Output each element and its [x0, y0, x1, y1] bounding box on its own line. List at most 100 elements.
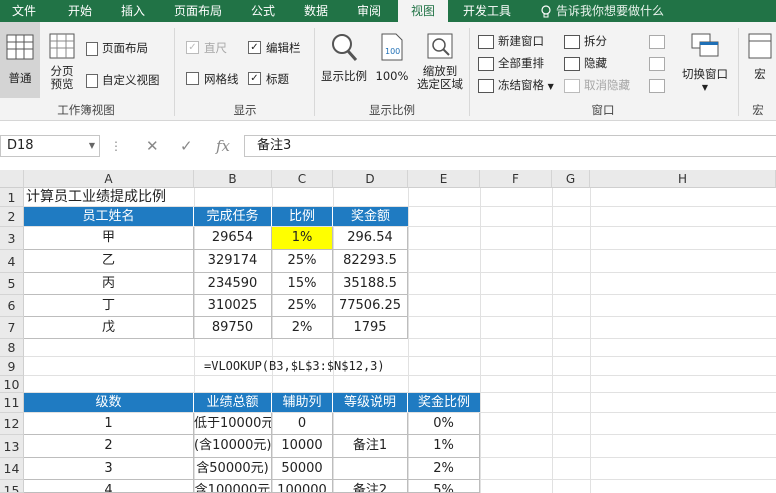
hide-button[interactable]: 隐藏 — [564, 54, 607, 72]
normal-view-button[interactable]: 普通 — [0, 22, 40, 98]
table2-cell[interactable]: 低于10000元 — [194, 413, 272, 435]
table2-cell[interactable]: 10000 — [272, 435, 333, 458]
table1-cell[interactable]: 25% — [272, 250, 333, 273]
table2-cell[interactable]: (含10000元) — [194, 435, 272, 458]
table2-header-cell[interactable]: 等级说明 — [333, 393, 408, 412]
table1-cell[interactable]: 35188.5 — [333, 273, 408, 295]
freeze-panes-button[interactable]: 冻结窗格 ▼ — [478, 76, 554, 94]
column-header[interactable]: G — [552, 170, 590, 188]
table1-header-cell[interactable]: 完成任务 — [194, 207, 272, 226]
tab-formulas[interactable]: 公式 — [251, 0, 275, 22]
insert-function-icon[interactable]: fx — [216, 135, 230, 157]
column-header[interactable]: C — [272, 170, 333, 188]
table2-cell[interactable]: 备注2 — [333, 480, 408, 493]
table1-cell[interactable]: 乙 — [24, 250, 194, 273]
table2-cell[interactable]: 5% — [408, 480, 480, 493]
formula-bar-checkbox[interactable]: ✓ 编辑栏 — [248, 39, 301, 57]
column-header[interactable]: A — [24, 170, 194, 188]
unhide-button[interactable]: 取消隐藏 — [564, 76, 630, 94]
table1-cell[interactable]: 234590 — [194, 273, 272, 295]
table2-cell[interactable]: 含100000元 — [194, 480, 272, 493]
page-break-preview-button[interactable]: 分页 预览 — [44, 32, 80, 91]
table1-cell[interactable]: 戊 — [24, 317, 194, 339]
macros-button[interactable]: 宏 — [744, 32, 776, 81]
headings-checkbox[interactable]: ✓ 标题 — [248, 70, 289, 88]
table1-cell[interactable]: 296.54 — [333, 227, 408, 250]
row-header[interactable]: 4 — [0, 250, 24, 273]
tell-me-search[interactable]: 告诉我你想要做什么 — [540, 0, 664, 22]
row-header[interactable]: 9 — [0, 357, 24, 376]
table1-cell[interactable]: 1795 — [333, 317, 408, 339]
cancel-icon[interactable]: ✕ — [146, 135, 159, 157]
switch-windows-button[interactable]: 切换窗口 ▼ — [674, 32, 736, 95]
name-box[interactable]: D18 ▼ — [0, 135, 100, 157]
split-button[interactable]: 拆分 — [564, 32, 607, 50]
table2-header-cell[interactable]: 辅助列 — [272, 393, 333, 412]
table2-cell[interactable]: 0 — [272, 413, 333, 435]
table1-cell[interactable]: 25% — [272, 295, 333, 317]
table2-cell[interactable]: 3 — [24, 458, 194, 480]
column-header[interactable]: D — [333, 170, 408, 188]
zoom-to-selection-button[interactable]: 缩放到 选定区域 — [414, 32, 466, 91]
row-header[interactable]: 11 — [0, 393, 24, 413]
row-header[interactable]: 5 — [0, 273, 24, 295]
formula-input[interactable]: 备注3 — [244, 135, 776, 157]
tab-file[interactable]: 文件 — [12, 0, 36, 22]
table1-header-cell[interactable]: 员工姓名 — [24, 207, 194, 226]
row-header[interactable]: 2 — [0, 207, 24, 227]
table2-cell[interactable]: 4 — [24, 480, 194, 493]
row-header[interactable]: 1 — [0, 188, 24, 207]
tab-view[interactable]: 视图 — [398, 0, 448, 22]
table1-cell[interactable]: 77506.25 — [333, 295, 408, 317]
table1-header-cell[interactable]: 奖金额 — [333, 207, 408, 226]
table2-cell[interactable] — [333, 413, 408, 435]
table2-cell[interactable]: 100000 — [272, 480, 333, 493]
table1-cell[interactable]: 29654 — [194, 227, 272, 250]
table1-cell[interactable]: 310025 — [194, 295, 272, 317]
new-window-button[interactable]: 新建窗口 — [478, 32, 544, 50]
reset-window-position-button[interactable] — [649, 76, 669, 94]
row-header[interactable]: 7 — [0, 317, 24, 339]
table1-cell[interactable]: 丁 — [24, 295, 194, 317]
sync-scrolling-button[interactable] — [649, 54, 669, 72]
sheet-title[interactable]: 计算员工业绩提成比例 — [24, 188, 274, 207]
column-header[interactable]: H — [590, 170, 776, 188]
row-header[interactable]: 12 — [0, 413, 24, 435]
table1-cell[interactable]: 丙 — [24, 273, 194, 295]
table1-header-cell[interactable]: 比例 — [272, 207, 333, 226]
tab-data[interactable]: 数据 — [304, 0, 328, 22]
column-header[interactable]: F — [480, 170, 552, 188]
table1-cell[interactable]: 15% — [272, 273, 333, 295]
column-header[interactable]: B — [194, 170, 272, 188]
view-side-by-side-button[interactable] — [649, 32, 669, 50]
arrange-all-button[interactable]: 全部重排 — [478, 54, 544, 72]
page-layout-button[interactable]: 页面布局 — [86, 39, 148, 57]
row-header[interactable]: 13 — [0, 435, 24, 458]
row-header[interactable]: 10 — [0, 376, 24, 393]
ruler-checkbox[interactable]: ✓ 直尺 — [186, 39, 227, 57]
table2-cell[interactable]: 含50000元) — [194, 458, 272, 480]
zoom-100-button[interactable]: 100 100% — [372, 32, 412, 83]
table2-cell[interactable]: 1% — [408, 435, 480, 458]
table2-cell[interactable]: 0% — [408, 413, 480, 435]
table1-cell[interactable]: 甲 — [24, 227, 194, 250]
table2-cell[interactable]: 50000 — [272, 458, 333, 480]
tab-developer[interactable]: 开发工具 — [463, 0, 511, 22]
tab-insert[interactable]: 插入 — [121, 0, 145, 22]
table2-cell[interactable]: 2% — [408, 458, 480, 480]
table2-cell[interactable]: 1 — [24, 413, 194, 435]
zoom-button[interactable]: 显示比例 — [318, 32, 370, 83]
table2-cell[interactable]: 2 — [24, 435, 194, 458]
table1-cell[interactable]: 329174 — [194, 250, 272, 273]
row-header[interactable]: 15 — [0, 480, 24, 493]
select-all-corner[interactable] — [0, 170, 24, 188]
table2-header-cell[interactable]: 业绩总额 — [194, 393, 272, 412]
table2-cell[interactable]: 备注1 — [333, 435, 408, 458]
enter-icon[interactable]: ✓ — [180, 135, 193, 157]
formula-text-cell[interactable]: =VLOOKUP(B3,$L$3:$N$12,3) — [204, 357, 434, 376]
table2-cell[interactable] — [333, 458, 408, 480]
row-header[interactable]: 8 — [0, 339, 24, 357]
column-header[interactable]: E — [408, 170, 480, 188]
tab-review[interactable]: 审阅 — [357, 0, 381, 22]
custom-views-button[interactable]: 自定义视图 — [86, 71, 160, 89]
